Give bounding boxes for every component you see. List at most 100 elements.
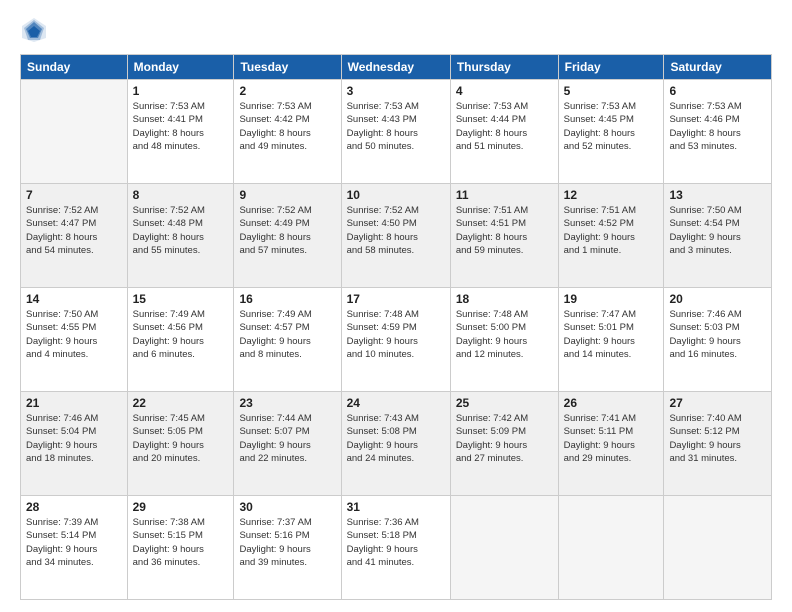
day-number: 25 bbox=[456, 396, 553, 410]
day-info: Sunrise: 7:41 AM Sunset: 5:11 PM Dayligh… bbox=[564, 412, 659, 465]
calendar-day-cell: 29 Sunrise: 7:38 AM Sunset: 5:15 PM Dayli… bbox=[127, 496, 234, 600]
calendar-day-cell: 21 Sunrise: 7:46 AM Sunset: 5:04 PM Dayli… bbox=[21, 392, 128, 496]
calendar-day-cell: 15 Sunrise: 7:49 AM Sunset: 4:56 PM Dayli… bbox=[127, 288, 234, 392]
day-info: Sunrise: 7:39 AM Sunset: 5:14 PM Dayligh… bbox=[26, 516, 122, 569]
logo bbox=[20, 16, 52, 44]
calendar-header-sunday: Sunday bbox=[21, 55, 128, 80]
day-number: 24 bbox=[347, 396, 445, 410]
day-number: 31 bbox=[347, 500, 445, 514]
calendar-table: SundayMondayTuesdayWednesdayThursdayFrid… bbox=[20, 54, 772, 600]
day-number: 3 bbox=[347, 84, 445, 98]
day-info: Sunrise: 7:46 AM Sunset: 5:04 PM Dayligh… bbox=[26, 412, 122, 465]
day-info: Sunrise: 7:53 AM Sunset: 4:44 PM Dayligh… bbox=[456, 100, 553, 153]
day-info: Sunrise: 7:52 AM Sunset: 4:49 PM Dayligh… bbox=[239, 204, 335, 257]
day-info: Sunrise: 7:36 AM Sunset: 5:18 PM Dayligh… bbox=[347, 516, 445, 569]
day-info: Sunrise: 7:53 AM Sunset: 4:43 PM Dayligh… bbox=[347, 100, 445, 153]
calendar-day-cell: 19Sunrise: 7:47 AM Sunset: 5:01 PM Dayli… bbox=[558, 288, 664, 392]
day-number: 20 bbox=[669, 292, 766, 306]
calendar-day-cell: 22 Sunrise: 7:45 AM Sunset: 5:05 PM Dayli… bbox=[127, 392, 234, 496]
calendar-day-cell: 2 Sunrise: 7:53 AM Sunset: 4:42 PM Daylig… bbox=[234, 80, 341, 184]
calendar-header-tuesday: Tuesday bbox=[234, 55, 341, 80]
calendar-header-friday: Friday bbox=[558, 55, 664, 80]
day-info: Sunrise: 7:52 AM Sunset: 4:47 PM Dayligh… bbox=[26, 204, 122, 257]
calendar-day-cell bbox=[558, 496, 664, 600]
day-number: 1 bbox=[133, 84, 229, 98]
calendar-week-row: 14 Sunrise: 7:50 AM Sunset: 4:55 PM Dayli… bbox=[21, 288, 772, 392]
day-info: Sunrise: 7:48 AM Sunset: 4:59 PM Dayligh… bbox=[347, 308, 445, 361]
day-info: Sunrise: 7:37 AM Sunset: 5:16 PM Dayligh… bbox=[239, 516, 335, 569]
day-info: Sunrise: 7:53 AM Sunset: 4:42 PM Dayligh… bbox=[239, 100, 335, 153]
day-number: 7 bbox=[26, 188, 122, 202]
day-number: 8 bbox=[133, 188, 229, 202]
calendar-day-cell: 30 Sunrise: 7:37 AM Sunset: 5:16 PM Dayli… bbox=[234, 496, 341, 600]
calendar-day-cell: 23 Sunrise: 7:44 AM Sunset: 5:07 PM Dayli… bbox=[234, 392, 341, 496]
day-number: 5 bbox=[564, 84, 659, 98]
calendar-header-monday: Monday bbox=[127, 55, 234, 80]
day-info: Sunrise: 7:50 AM Sunset: 4:54 PM Dayligh… bbox=[669, 204, 766, 257]
page-header bbox=[20, 16, 772, 44]
calendar-header-wednesday: Wednesday bbox=[341, 55, 450, 80]
calendar-day-cell: 1 Sunrise: 7:53 AM Sunset: 4:41 PM Daylig… bbox=[127, 80, 234, 184]
calendar-day-cell: 3 Sunrise: 7:53 AM Sunset: 4:43 PM Daylig… bbox=[341, 80, 450, 184]
calendar-day-cell: 20 Sunrise: 7:46 AM Sunset: 5:03 PM Dayli… bbox=[664, 288, 772, 392]
day-number: 15 bbox=[133, 292, 229, 306]
day-number: 22 bbox=[133, 396, 229, 410]
calendar-day-cell: 9 Sunrise: 7:52 AM Sunset: 4:49 PM Daylig… bbox=[234, 184, 341, 288]
day-number: 16 bbox=[239, 292, 335, 306]
day-info: Sunrise: 7:49 AM Sunset: 4:56 PM Dayligh… bbox=[133, 308, 229, 361]
calendar-day-cell bbox=[21, 80, 128, 184]
day-info: Sunrise: 7:50 AM Sunset: 4:55 PM Dayligh… bbox=[26, 308, 122, 361]
day-info: Sunrise: 7:40 AM Sunset: 5:12 PM Dayligh… bbox=[669, 412, 766, 465]
day-number: 2 bbox=[239, 84, 335, 98]
day-info: Sunrise: 7:53 AM Sunset: 4:45 PM Dayligh… bbox=[564, 100, 659, 153]
calendar-day-cell: 11 Sunrise: 7:51 AM Sunset: 4:51 PM Dayli… bbox=[450, 184, 558, 288]
day-info: Sunrise: 7:38 AM Sunset: 5:15 PM Dayligh… bbox=[133, 516, 229, 569]
day-info: Sunrise: 7:42 AM Sunset: 5:09 PM Dayligh… bbox=[456, 412, 553, 465]
calendar-day-cell: 6 Sunrise: 7:53 AM Sunset: 4:46 PM Daylig… bbox=[664, 80, 772, 184]
calendar-day-cell: 12 Sunrise: 7:51 AM Sunset: 4:52 PM Dayli… bbox=[558, 184, 664, 288]
day-number: 29 bbox=[133, 500, 229, 514]
day-number: 21 bbox=[26, 396, 122, 410]
calendar-day-cell: 7 Sunrise: 7:52 AM Sunset: 4:47 PM Daylig… bbox=[21, 184, 128, 288]
day-number: 26 bbox=[564, 396, 659, 410]
day-number: 19 bbox=[564, 292, 659, 306]
day-info: Sunrise: 7:51 AM Sunset: 4:52 PM Dayligh… bbox=[564, 204, 659, 257]
day-info: Sunrise: 7:53 AM Sunset: 4:46 PM Dayligh… bbox=[669, 100, 766, 153]
logo-icon bbox=[20, 16, 48, 44]
calendar-day-cell: 28Sunrise: 7:39 AM Sunset: 5:14 PM Dayli… bbox=[21, 496, 128, 600]
day-info: Sunrise: 7:48 AM Sunset: 5:00 PM Dayligh… bbox=[456, 308, 553, 361]
day-number: 23 bbox=[239, 396, 335, 410]
day-number: 30 bbox=[239, 500, 335, 514]
calendar-header-row: SundayMondayTuesdayWednesdayThursdayFrid… bbox=[21, 55, 772, 80]
day-info: Sunrise: 7:44 AM Sunset: 5:07 PM Dayligh… bbox=[239, 412, 335, 465]
calendar-day-cell: 14 Sunrise: 7:50 AM Sunset: 4:55 PM Dayli… bbox=[21, 288, 128, 392]
day-number: 18 bbox=[456, 292, 553, 306]
calendar-day-cell: 31 Sunrise: 7:36 AM Sunset: 5:18 PM Dayli… bbox=[341, 496, 450, 600]
day-info: Sunrise: 7:45 AM Sunset: 5:05 PM Dayligh… bbox=[133, 412, 229, 465]
calendar-day-cell: 24Sunrise: 7:43 AM Sunset: 5:08 PM Dayli… bbox=[341, 392, 450, 496]
day-info: Sunrise: 7:51 AM Sunset: 4:51 PM Dayligh… bbox=[456, 204, 553, 257]
calendar-week-row: 1 Sunrise: 7:53 AM Sunset: 4:41 PM Daylig… bbox=[21, 80, 772, 184]
day-number: 12 bbox=[564, 188, 659, 202]
calendar-day-cell: 27Sunrise: 7:40 AM Sunset: 5:12 PM Dayli… bbox=[664, 392, 772, 496]
day-info: Sunrise: 7:52 AM Sunset: 4:48 PM Dayligh… bbox=[133, 204, 229, 257]
day-number: 11 bbox=[456, 188, 553, 202]
calendar-day-cell: 25 Sunrise: 7:42 AM Sunset: 5:09 PM Dayli… bbox=[450, 392, 558, 496]
calendar-day-cell: 17 Sunrise: 7:48 AM Sunset: 4:59 PM Dayli… bbox=[341, 288, 450, 392]
day-info: Sunrise: 7:53 AM Sunset: 4:41 PM Dayligh… bbox=[133, 100, 229, 153]
calendar-day-cell: 16 Sunrise: 7:49 AM Sunset: 4:57 PM Dayli… bbox=[234, 288, 341, 392]
calendar-header-saturday: Saturday bbox=[664, 55, 772, 80]
day-info: Sunrise: 7:49 AM Sunset: 4:57 PM Dayligh… bbox=[239, 308, 335, 361]
day-number: 4 bbox=[456, 84, 553, 98]
calendar-day-cell: 26 Sunrise: 7:41 AM Sunset: 5:11 PM Dayli… bbox=[558, 392, 664, 496]
calendar-day-cell: 18 Sunrise: 7:48 AM Sunset: 5:00 PM Dayli… bbox=[450, 288, 558, 392]
calendar-week-row: 7 Sunrise: 7:52 AM Sunset: 4:47 PM Daylig… bbox=[21, 184, 772, 288]
day-number: 13 bbox=[669, 188, 766, 202]
day-number: 14 bbox=[26, 292, 122, 306]
calendar-day-cell: 5 Sunrise: 7:53 AM Sunset: 4:45 PM Daylig… bbox=[558, 80, 664, 184]
calendar-week-row: 21 Sunrise: 7:46 AM Sunset: 5:04 PM Dayli… bbox=[21, 392, 772, 496]
day-number: 17 bbox=[347, 292, 445, 306]
day-number: 6 bbox=[669, 84, 766, 98]
day-number: 9 bbox=[239, 188, 335, 202]
day-info: Sunrise: 7:46 AM Sunset: 5:03 PM Dayligh… bbox=[669, 308, 766, 361]
